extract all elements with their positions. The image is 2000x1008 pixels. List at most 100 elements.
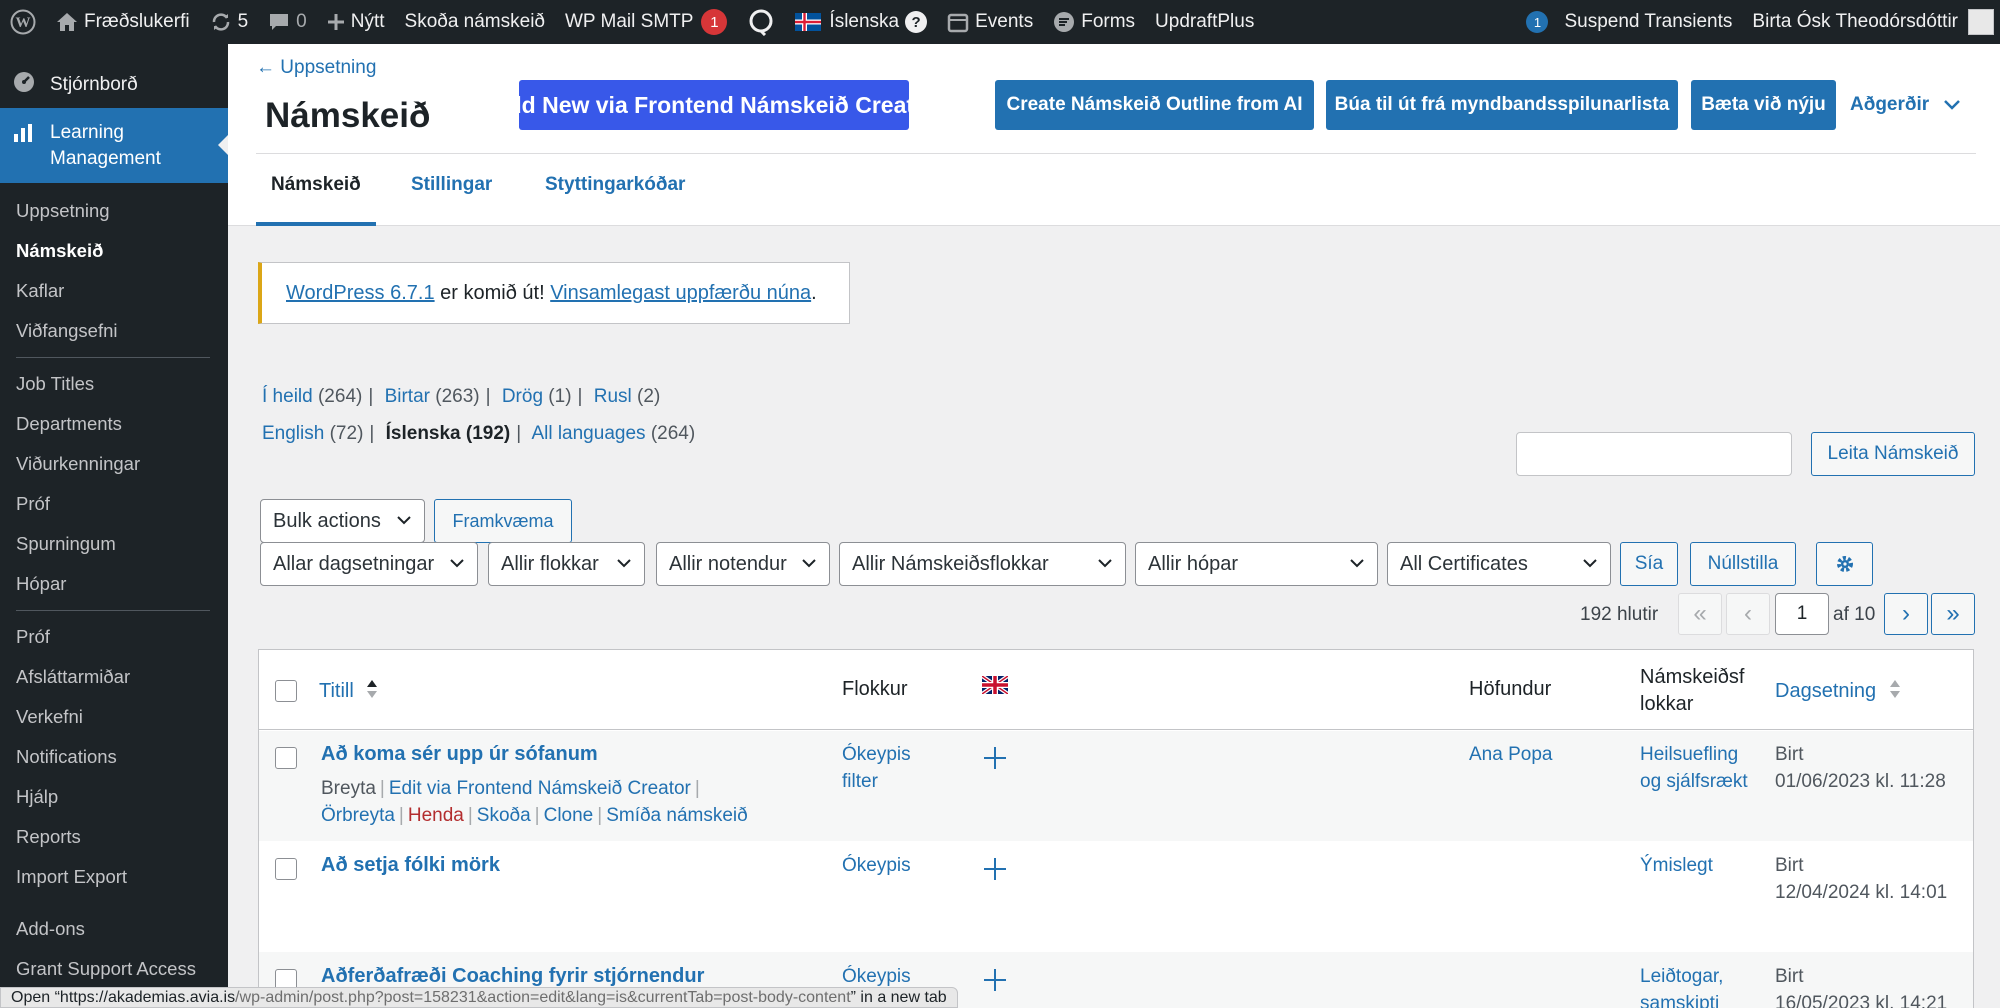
bulk-actions-select[interactable]: Bulk actions bbox=[260, 499, 425, 543]
date-filter-select[interactable]: Allar dagsetningar bbox=[260, 542, 478, 586]
count: (264) bbox=[317, 386, 363, 407]
comments-menu[interactable]: 0 bbox=[258, 0, 317, 44]
view-courses-link[interactable]: Skoða námskeið bbox=[395, 0, 555, 44]
filter-all-languages-link[interactable]: All languages bbox=[531, 423, 645, 444]
updraftplus-menu[interactable]: UpdraftPlus bbox=[1145, 0, 1264, 44]
language-label: Íslenska bbox=[829, 11, 900, 32]
prev-page-button: ‹ bbox=[1726, 593, 1770, 635]
row-title-link[interactable]: Að setja fólki mörk bbox=[321, 852, 500, 879]
wordpress-logo-menu[interactable]: W bbox=[0, 0, 46, 44]
next-page-button[interactable]: › bbox=[1884, 593, 1928, 635]
add-translation-plus-icon[interactable] bbox=[982, 745, 1008, 771]
sidebar-item-notifications[interactable]: Notifications bbox=[0, 737, 228, 777]
sidebar-item-job-titles[interactable]: Job Titles bbox=[0, 364, 228, 404]
forms-menu[interactable]: Forms bbox=[1043, 0, 1145, 44]
settings-gear-button[interactable] bbox=[1816, 542, 1873, 586]
wp-mail-smtp-menu[interactable]: WP Mail SMTP 1 bbox=[555, 0, 737, 44]
sidebar-item-grant-support-access[interactable]: Grant Support Access bbox=[0, 949, 228, 989]
sidebar-item-kaflar[interactable]: Kaflar bbox=[0, 271, 228, 311]
wordpress-version-link[interactable]: WordPress 6.7.1 bbox=[286, 282, 435, 305]
sidebar-item-verkefni[interactable]: Verkefni bbox=[0, 697, 228, 737]
create-from-playlist-button[interactable]: Búa til út frá myndbandsspilunarlista bbox=[1326, 80, 1678, 130]
filter-published-link[interactable]: Birtar bbox=[385, 386, 430, 407]
filter-all-link[interactable]: Í heild bbox=[262, 386, 313, 407]
sidebar-item-hopar[interactable]: Hópar bbox=[0, 564, 228, 604]
updates-menu[interactable]: 5 bbox=[200, 0, 259, 44]
certificate-filter-select[interactable]: All Certificates bbox=[1387, 542, 1611, 586]
sort-by-date[interactable]: Dagsetning bbox=[1775, 678, 1902, 703]
sidebar-item-afslattarmidar[interactable]: Afsláttarmiðar bbox=[0, 657, 228, 697]
sidebar-item-learning-management[interactable]: Learning Management bbox=[0, 108, 228, 183]
sidebar-item-uppsetning[interactable]: Uppsetning bbox=[0, 191, 228, 231]
select-all-checkbox[interactable] bbox=[275, 680, 297, 702]
category-link[interactable]: Ókeypis bbox=[842, 852, 911, 879]
back-link[interactable]: ← Uppsetning bbox=[256, 57, 376, 79]
suspend-transients-menu[interactable]: 1 Suspend Transients bbox=[1508, 0, 1742, 44]
sidebar-item-vidurkenningar[interactable]: Viðurkenningar bbox=[0, 444, 228, 484]
category-link[interactable]: Ókeypis bbox=[842, 963, 911, 990]
language-switcher[interactable]: Íslenska ? bbox=[785, 0, 937, 44]
add-new-button[interactable]: Bæta við nýju bbox=[1691, 80, 1836, 130]
trash-link[interactable]: Henda bbox=[408, 805, 464, 826]
sidebar-item-add-ons[interactable]: Add-ons bbox=[0, 909, 228, 949]
user-account-menu[interactable]: Birta Ósk Theodórsdóttir bbox=[1742, 0, 2000, 44]
category-link[interactable]: Ókeypis filter bbox=[842, 741, 932, 795]
category-filter-select[interactable]: Allir flokkar bbox=[488, 542, 645, 586]
sidebar-item-reports[interactable]: Reports bbox=[0, 817, 228, 857]
sidebar-item-vidfangsefni[interactable]: Viðfangsefni bbox=[0, 311, 228, 351]
course-category-link[interactable]: Heilsuefling og sjálfsrækt bbox=[1640, 741, 1750, 795]
add-new-frontend-button[interactable]: Add New via Frontend Námskeið Creator bbox=[491, 80, 937, 130]
filter-draft-link[interactable]: Drög bbox=[502, 386, 543, 407]
group-filter-select[interactable]: Allir hópar bbox=[1135, 542, 1378, 586]
apply-bulk-button[interactable]: Framkvæma bbox=[434, 499, 572, 543]
quick-edit-link[interactable]: Örbreyta bbox=[321, 805, 395, 826]
actions-dropdown[interactable]: Aðgerðir bbox=[1850, 80, 1961, 130]
search-courses-button[interactable]: Leita Námskeið bbox=[1811, 432, 1975, 476]
sidebar-item-label: Learning Management bbox=[50, 122, 161, 169]
filter-button[interactable]: Sía bbox=[1620, 542, 1678, 586]
tab-styttingarkodar[interactable]: Styttingarkóðar bbox=[545, 174, 685, 196]
sidebar-item-namskeid[interactable]: Námskeið bbox=[0, 231, 228, 271]
sort-by-title[interactable]: Titill bbox=[319, 678, 379, 703]
sidebar-item-spurningum[interactable]: Spurningum bbox=[0, 524, 228, 564]
sidebar-item-prof[interactable]: Próf bbox=[0, 484, 228, 524]
view-link[interactable]: Skoða bbox=[477, 805, 531, 826]
sidebar-item-hjalp[interactable]: Hjálp bbox=[0, 777, 228, 817]
events-menu[interactable]: Events bbox=[937, 0, 1043, 44]
add-translation-plus-icon[interactable] bbox=[982, 967, 1008, 993]
update-now-link[interactable]: Vinsamlegast uppfærðu núna bbox=[550, 282, 811, 305]
chevron-down-icon bbox=[1350, 559, 1364, 568]
site-name: Fræðslukerfi bbox=[84, 11, 190, 32]
tab-namskeid[interactable]: Námskeið bbox=[271, 174, 361, 196]
add-translation-plus-icon[interactable] bbox=[982, 856, 1008, 882]
tab-stillingar[interactable]: Stillingar bbox=[411, 174, 492, 196]
select-value: Bulk actions bbox=[273, 509, 381, 532]
site-name-menu[interactable]: Fræðslukerfi bbox=[46, 0, 200, 44]
user-filter-select[interactable]: Allir notendur bbox=[656, 542, 830, 586]
reset-filters-button[interactable]: Núllstilla bbox=[1690, 542, 1796, 586]
last-page-button[interactable]: » bbox=[1931, 593, 1975, 635]
new-content-menu[interactable]: Nýtt bbox=[317, 0, 395, 44]
filter-english-link[interactable]: English bbox=[262, 423, 324, 444]
notice-period: . bbox=[811, 281, 817, 304]
row-checkbox[interactable] bbox=[275, 858, 297, 880]
edit-link[interactable]: Breyta bbox=[321, 778, 376, 799]
filter-trash-link[interactable]: Rusl bbox=[594, 386, 632, 407]
build-course-link[interactable]: Smíða námskeið bbox=[606, 805, 748, 826]
sidebar-item-departments[interactable]: Departments bbox=[0, 404, 228, 444]
row-title-link[interactable]: Aðferðafræði Coaching fyrir stjórnendur bbox=[321, 963, 704, 990]
author-link[interactable]: Ana Popa bbox=[1469, 741, 1552, 768]
sidebar-item-import-export[interactable]: Import Export bbox=[0, 857, 228, 897]
course-category-filter-select[interactable]: Allir Námskeiðsflokkar bbox=[839, 542, 1126, 586]
current-page-input[interactable]: 1 bbox=[1775, 593, 1829, 635]
search-input[interactable] bbox=[1516, 432, 1792, 476]
edit-frontend-link[interactable]: Edit via Frontend Námskeið Creator bbox=[389, 778, 691, 799]
question-chat-menu[interactable] bbox=[737, 0, 785, 44]
row-checkbox[interactable] bbox=[275, 747, 297, 769]
course-category-link[interactable]: Ýmislegt bbox=[1640, 852, 1713, 879]
sidebar-item-prof-2[interactable]: Próf bbox=[0, 617, 228, 657]
clone-link[interactable]: Clone bbox=[544, 805, 594, 826]
course-category-link[interactable]: Leiðtogar, samskipti bbox=[1640, 963, 1750, 1008]
row-title-link[interactable]: Að koma sér upp úr sófanum bbox=[321, 741, 598, 768]
create-outline-ai-button[interactable]: Create Námskeið Outline from AI bbox=[995, 80, 1314, 130]
